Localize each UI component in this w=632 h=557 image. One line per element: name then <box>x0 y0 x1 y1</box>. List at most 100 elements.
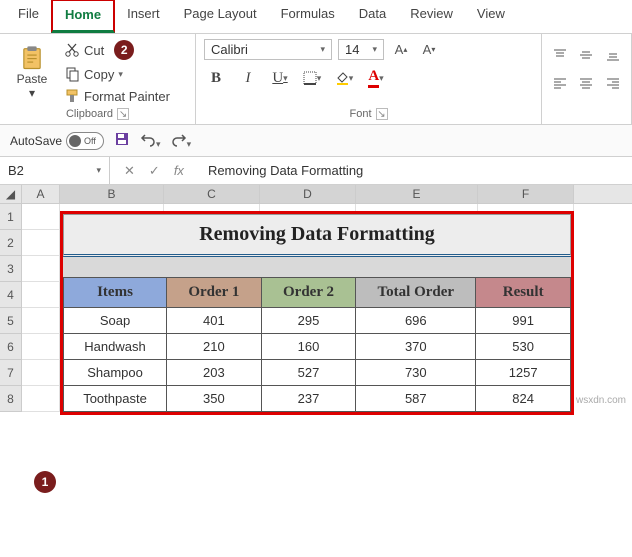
menu-view[interactable]: View <box>465 0 517 33</box>
col-header[interactable]: E <box>356 185 478 203</box>
formula-input[interactable]: Removing Data Formatting <box>198 157 632 184</box>
menu-data[interactable]: Data <box>347 0 398 33</box>
col-header[interactable]: D <box>260 185 356 203</box>
table-cell[interactable]: 527 <box>261 360 356 386</box>
cell-reference: B2 <box>8 163 24 178</box>
save-button[interactable] <box>114 131 130 150</box>
autosave-toggle[interactable]: AutoSave Off <box>10 132 104 150</box>
header-order1[interactable]: Order 1 <box>167 278 262 308</box>
undo-button[interactable]: ▾ <box>140 131 161 150</box>
row-header[interactable]: 3 <box>0 256 22 282</box>
formula-bar-row: B2 ▾ ✕ ✓ fx Removing Data Formatting <box>0 157 632 185</box>
table-cell[interactable]: Shampoo <box>64 360 167 386</box>
enter-formula-icon[interactable]: ✓ <box>149 163 160 179</box>
menu-file[interactable]: File <box>6 0 51 33</box>
menu-page-layout[interactable]: Page Layout <box>172 0 269 33</box>
row-header[interactable]: 1 <box>0 204 22 230</box>
table-cell[interactable]: 210 <box>167 334 262 360</box>
row-header[interactable]: 5 <box>0 308 22 334</box>
scissors-icon <box>64 42 80 58</box>
header-total[interactable]: Total Order <box>356 278 476 308</box>
col-header[interactable]: C <box>164 185 260 203</box>
table-cell[interactable]: 587 <box>356 386 476 412</box>
table-title[interactable]: Removing Data Formatting <box>63 214 571 257</box>
spreadsheet: ◢ A B C D E F 12345678 1 Removing Data F… <box>0 185 632 412</box>
format-painter-button[interactable]: Format Painter <box>62 86 172 106</box>
fill-color-button[interactable]: ▾ <box>332 66 356 90</box>
font-group: Calibri ▾ 14 ▾ A▴ A▾ B I U▾ ▾ ▾ A▾ Font … <box>196 34 542 124</box>
table-cell[interactable]: Toothpaste <box>64 386 167 412</box>
redo-icon <box>171 131 187 147</box>
font-size-value: 14 <box>345 42 359 57</box>
bucket-icon <box>335 71 349 85</box>
name-box[interactable]: B2 ▾ <box>0 157 110 184</box>
underline-button[interactable]: U▾ <box>268 66 292 90</box>
row-header[interactable]: 7 <box>0 360 22 386</box>
row-header[interactable]: 4 <box>0 282 22 308</box>
align-middle-button[interactable] <box>576 44 596 66</box>
header-items[interactable]: Items <box>64 278 167 308</box>
autosave-state: Off <box>84 136 96 146</box>
table-cell[interactable]: Handwash <box>64 334 167 360</box>
table-row: Toothpaste350237587824 <box>64 386 571 412</box>
paste-label: Paste <box>17 72 48 86</box>
table-cell[interactable]: 160 <box>261 334 356 360</box>
italic-button[interactable]: I <box>236 66 260 90</box>
table-cell[interactable]: 824 <box>476 386 571 412</box>
cancel-formula-icon[interactable]: ✕ <box>124 163 135 179</box>
row-header[interactable]: 2 <box>0 230 22 256</box>
table-cell[interactable]: Soap <box>64 308 167 334</box>
align-right-button[interactable] <box>603 72 623 94</box>
menu-insert[interactable]: Insert <box>115 0 172 33</box>
menu-home[interactable]: Home <box>51 0 115 33</box>
increase-font-button[interactable]: A▴ <box>390 38 412 60</box>
table-cell[interactable]: 730 <box>356 360 476 386</box>
redo-button[interactable]: ▾ <box>171 131 192 150</box>
align-bottom-button[interactable] <box>603 44 623 66</box>
row-header[interactable]: 6 <box>0 334 22 360</box>
menu-review[interactable]: Review <box>398 0 465 33</box>
menu-formulas[interactable]: Formulas <box>269 0 347 33</box>
table-cell[interactable]: 991 <box>476 308 571 334</box>
header-result[interactable]: Result <box>476 278 571 308</box>
table-cell[interactable]: 295 <box>261 308 356 334</box>
align-center-button[interactable] <box>576 72 596 94</box>
copy-button[interactable]: Copy ▾ <box>62 64 172 84</box>
table-cell[interactable]: 401 <box>167 308 262 334</box>
align-left-button[interactable] <box>550 72 570 94</box>
col-header[interactable]: B <box>60 185 164 203</box>
decrease-font-button[interactable]: A▾ <box>418 38 440 60</box>
table-cell[interactable]: 530 <box>476 334 571 360</box>
row-header[interactable]: 8 <box>0 386 22 412</box>
table-cell[interactable]: 1257 <box>476 360 571 386</box>
col-header[interactable]: F <box>478 185 574 203</box>
table-cell[interactable]: 696 <box>356 308 476 334</box>
borders-button[interactable]: ▾ <box>300 66 324 90</box>
format-painter-label: Format Painter <box>84 89 170 104</box>
select-all-corner[interactable]: ◢ <box>0 185 22 203</box>
table-cell[interactable]: 237 <box>261 386 356 412</box>
table-cell[interactable]: 350 <box>167 386 262 412</box>
align-top-button[interactable] <box>550 44 570 66</box>
table-cell[interactable]: 203 <box>167 360 262 386</box>
paste-button[interactable]: Paste ▾ <box>8 38 56 106</box>
annotation-badge-2: 2 <box>114 40 134 60</box>
table-cell[interactable]: 370 <box>356 334 476 360</box>
dialog-launcher-icon[interactable]: ↘ <box>376 108 388 120</box>
font-size-select[interactable]: 14 ▾ <box>338 39 384 60</box>
font-group-label: Font ↘ <box>204 106 533 122</box>
cut-button[interactable]: Cut 2 <box>62 38 172 62</box>
font-family-select[interactable]: Calibri ▾ <box>204 39 332 60</box>
quick-access-toolbar: AutoSave Off ▾ ▾ <box>0 125 632 157</box>
fx-icon[interactable]: fx <box>174 163 184 179</box>
col-header[interactable]: A <box>22 185 60 203</box>
dialog-launcher-icon[interactable]: ↘ <box>117 108 129 120</box>
border-icon <box>303 71 317 85</box>
data-table: Items Order 1 Order 2 Total Order Result… <box>63 277 571 412</box>
header-order2[interactable]: Order 2 <box>261 278 356 308</box>
chevron-down-icon: ▾ <box>118 69 123 80</box>
save-icon <box>114 131 130 147</box>
font-family-value: Calibri <box>211 42 248 57</box>
bold-button[interactable]: B <box>204 66 228 90</box>
font-color-button[interactable]: A▾ <box>364 66 388 90</box>
